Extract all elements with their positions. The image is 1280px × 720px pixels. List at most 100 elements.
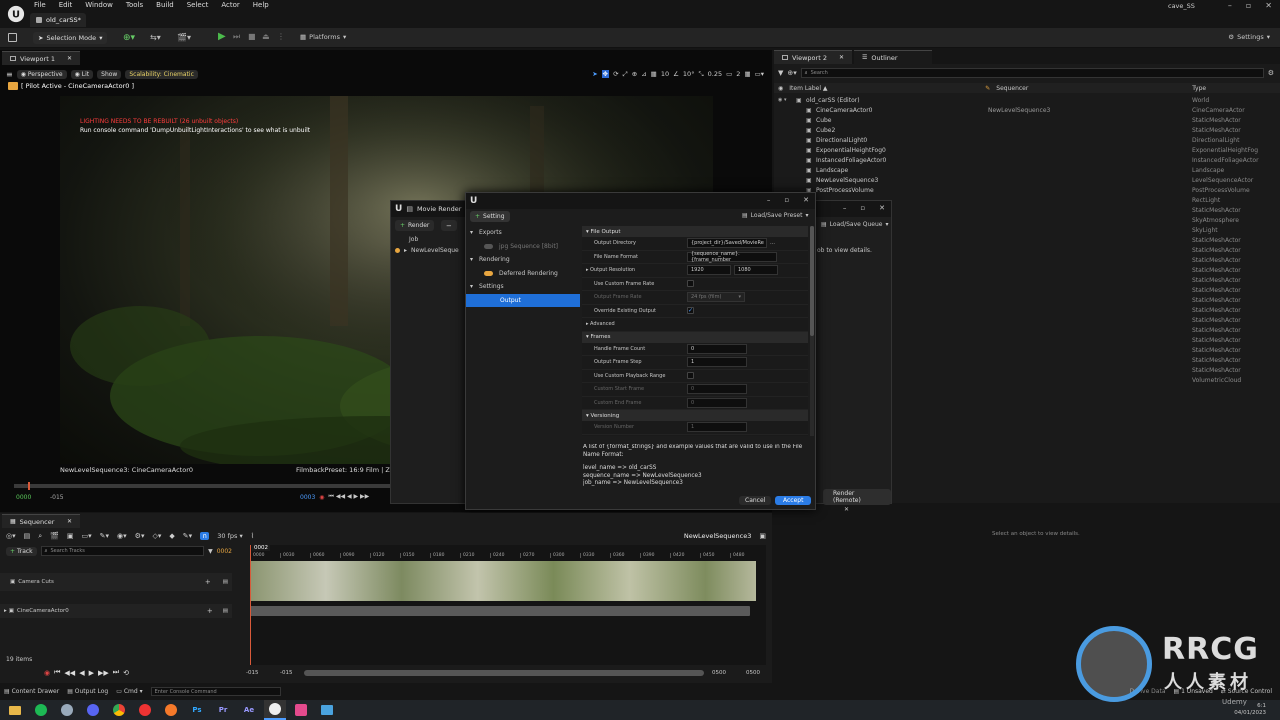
mrq-maximize-icon[interactable]: ▫	[860, 204, 865, 212]
viewport2-tab[interactable]: Viewport 2 ✕	[774, 50, 852, 64]
minimize-icon[interactable]: –	[1228, 1, 1232, 10]
translate-icon[interactable]: ✥	[601, 70, 610, 78]
layout-icon[interactable]: ▦	[744, 70, 750, 78]
render-remote-button[interactable]: Render (Remote)	[823, 489, 891, 505]
current-frame-field[interactable]: 0002	[217, 548, 232, 555]
lit-button[interactable]: ◉ Lit	[70, 69, 94, 79]
transport-icons[interactable]: ⏮ ◀◀ ◀ ▶ ▶▶	[329, 493, 370, 501]
camera-section-bar[interactable]	[250, 606, 750, 616]
version-number-field[interactable]: 1	[687, 422, 747, 433]
add-setting-button[interactable]: + Setting	[470, 211, 510, 222]
tree-group[interactable]: ▾ Settings	[466, 280, 580, 294]
tree-group[interactable]: ▾ Exports	[466, 226, 580, 240]
add-icon[interactable]: ⊕▾	[787, 69, 796, 77]
perspective-button[interactable]: ◉ Perspective	[16, 69, 67, 79]
view-icon[interactable]: ◉▾	[117, 532, 127, 540]
browse-icon[interactable]: …	[770, 240, 775, 246]
playback-options-icon[interactable]: ⚙▾	[135, 532, 145, 540]
options-icon[interactable]: ⚙	[1268, 69, 1274, 77]
selection-mode-button[interactable]: ➤ Selection Mode ▾	[33, 32, 108, 44]
prev-key-icon[interactable]: ◀◀	[64, 669, 75, 677]
outliner-search-input[interactable]: ⌕ Search	[800, 67, 1264, 78]
settings-minimize-icon[interactable]: –	[767, 196, 771, 204]
more-icon[interactable]: ⋮	[277, 32, 285, 41]
step-icon[interactable]: ⏭	[233, 32, 240, 42]
custom-end-frame-field[interactable]: 0	[687, 397, 747, 408]
timeline-area[interactable]: 0000 0030 0060 0090 0120 0150 0180 0210 0240 0270…	[250, 545, 766, 665]
auto-key-icon[interactable]: ◆	[169, 532, 174, 540]
mrq-job-row[interactable]: ▸ NewLevelSeque	[395, 247, 459, 254]
select-mode-icon[interactable]: ➤	[592, 70, 597, 78]
menu-file[interactable]: File	[34, 1, 46, 9]
custom-frame-rate-checkbox[interactable]	[687, 280, 694, 288]
mrq-close-icon[interactable]: ✕	[879, 204, 885, 212]
track-filter-icon[interactable]: ▼	[208, 548, 213, 555]
res-height-field[interactable]: 1080	[734, 265, 778, 276]
menu-window[interactable]: Window	[85, 1, 113, 9]
expand-icon[interactable]: ▸	[4, 608, 7, 614]
save-icon[interactable]	[8, 33, 17, 42]
premiere-icon[interactable]: Pr	[212, 700, 234, 720]
substance-icon[interactable]	[290, 700, 312, 720]
maximize-icon[interactable]: ▫	[1246, 1, 1251, 10]
output-frame-step-field[interactable]: 1	[687, 357, 747, 368]
col-type[interactable]: Type	[1192, 85, 1206, 92]
add-property-icon[interactable]: +	[207, 607, 213, 615]
outliner-row[interactable]: ▣ DirectionalLight0 DirectionalLight	[774, 135, 1280, 145]
add-shot-icon[interactable]: +	[205, 578, 211, 586]
surface-snap-icon[interactable]: ⊿	[641, 70, 646, 78]
fps-dropdown[interactable]: 30 fps ▾	[217, 532, 242, 540]
settings-maximize-icon[interactable]: ▫	[784, 196, 789, 204]
add-actor-icon[interactable]: ⊕▾	[123, 33, 135, 43]
outliner-row[interactable]: ▣ PostProcessVolume PostProcessVolume	[774, 185, 1280, 195]
mrq-render-button[interactable]: + Render	[395, 220, 435, 231]
camera-icon[interactable]: ▭▾	[82, 532, 92, 540]
handle-frame-count-field[interactable]: 0	[687, 343, 747, 354]
outliner-row[interactable]: ▣ CineCameraActor0 NewLevelSequence3 CineCa…	[774, 105, 1280, 115]
menu-build[interactable]: Build	[156, 1, 174, 9]
file-output-section[interactable]: ▾ File Output	[582, 226, 808, 237]
viewport-options-icon[interactable]: ▭▾	[755, 70, 764, 78]
frame-rate-dropdown[interactable]: 24 fps (film) ▾	[687, 292, 745, 303]
range-start-2[interactable]: -015	[280, 670, 292, 676]
output-directory-field[interactable]: {project_dir}/Saved/MovieRe	[687, 238, 767, 249]
res-width-field[interactable]: 1920	[687, 265, 731, 276]
viewport-scrub-bar[interactable]	[14, 484, 394, 488]
find-icon[interactable]: ⌕	[38, 532, 42, 541]
track-cine-camera[interactable]: ▸ ▣ CineCameraActor0 + ▤	[0, 604, 232, 618]
menu-actor[interactable]: Actor	[221, 1, 239, 9]
viewport-playhead[interactable]	[28, 482, 30, 490]
unreal-taskbar-icon[interactable]	[264, 700, 286, 720]
col-item-label[interactable]: Item Label ▲	[789, 85, 985, 92]
blender-icon[interactable]	[160, 700, 182, 720]
after-effects-icon[interactable]: Ae	[238, 700, 260, 720]
scale-snap-icon[interactable]: ⤡	[698, 70, 703, 79]
key-interp-icon[interactable]: ◇▾	[152, 532, 161, 540]
range-end[interactable]: 0500	[712, 670, 726, 676]
job-expand-icon[interactable]: ▸	[404, 247, 407, 254]
outliner-row[interactable]: ▣ InstancedFoliageActor0 InstancedFoliageA…	[774, 155, 1280, 165]
outliner-row[interactable]: ▣ Cube2 StaticMeshActor	[774, 125, 1280, 135]
close-tab-icon[interactable]: ✕	[839, 54, 844, 61]
outliner-row[interactable]: ▣ NewLevelSequence3 LevelSequenceActor	[774, 175, 1280, 185]
console-input[interactable]: Enter Console Command	[150, 687, 281, 696]
settings-close-icon[interactable]: ✕	[803, 196, 809, 204]
camera-pilot-icon[interactable]: ▤	[223, 608, 228, 614]
sequencer-tab[interactable]: ▦ Sequencer ✕	[2, 514, 80, 528]
scale-icon[interactable]: ⤢	[623, 70, 628, 79]
rotation-snap-icon[interactable]: ∠	[673, 70, 679, 78]
chrome-icon[interactable]	[108, 700, 130, 720]
mrq-minimize-icon[interactable]: –	[843, 204, 847, 212]
level-tab[interactable]: old_carSS*	[30, 13, 86, 27]
timeline-ruler[interactable]: 0000 0030 0060 0090 0120 0150 0180 0210 0240 0270…	[250, 553, 766, 561]
file-explorer-icon[interactable]	[4, 700, 26, 720]
tree-item[interactable]: jpg Sequence [8bit]	[466, 240, 580, 254]
unreal-logo[interactable]: U	[4, 2, 28, 26]
range-scrollbar[interactable]	[304, 670, 704, 676]
lock-icon[interactable]: ▣	[759, 532, 766, 540]
close-icon[interactable]: ✕	[1265, 1, 1272, 10]
render-icon[interactable]: 🎬	[50, 532, 59, 540]
properties-scrollbar[interactable]	[810, 226, 814, 436]
record-icon[interactable]: ◉	[44, 669, 50, 677]
settings-button[interactable]: ⚙ Settings ▾	[1228, 33, 1270, 41]
